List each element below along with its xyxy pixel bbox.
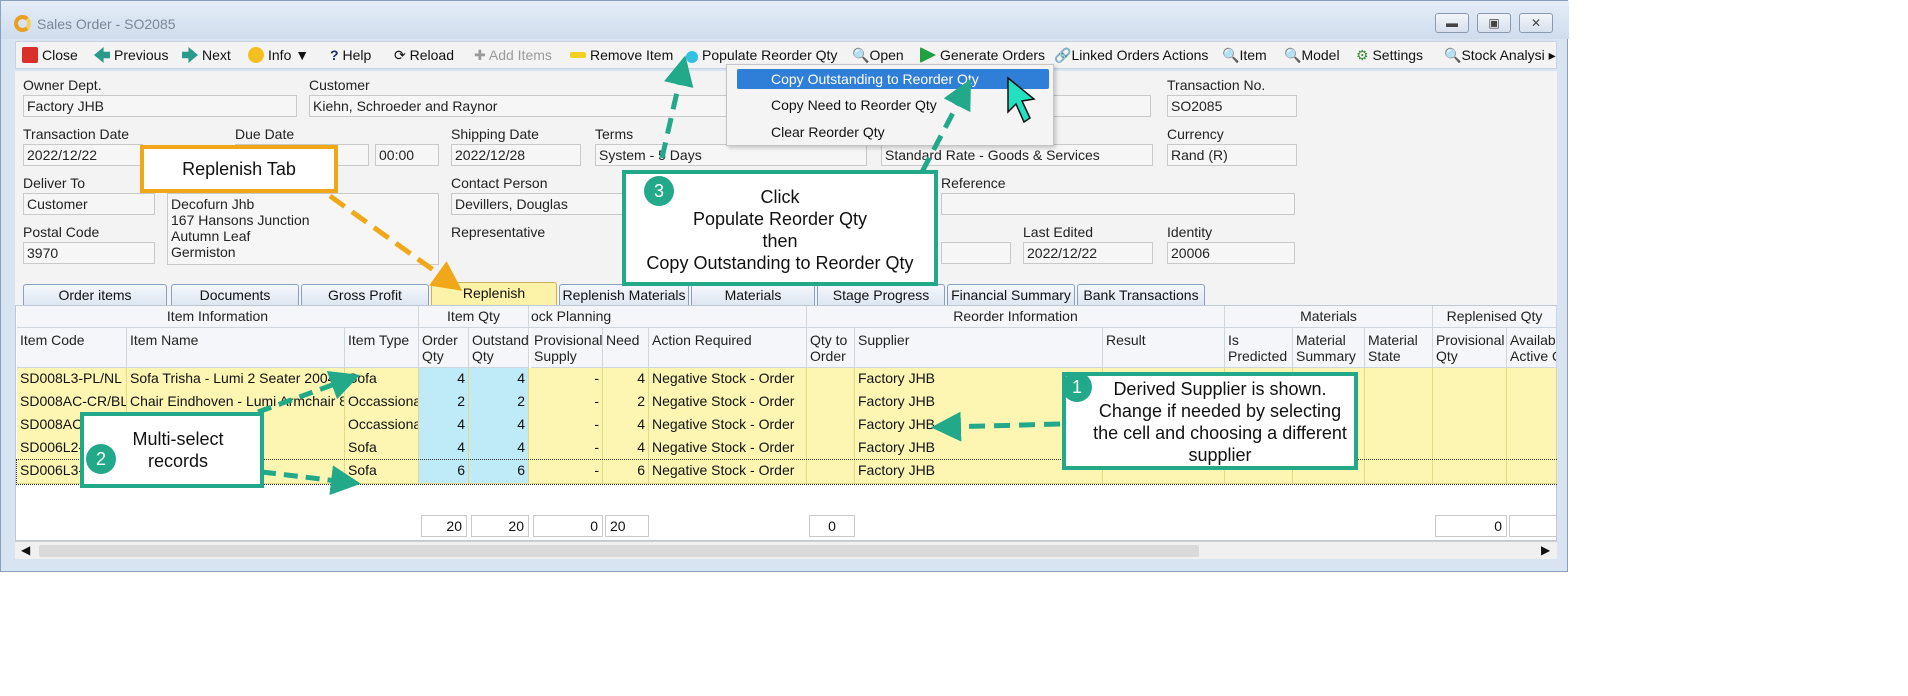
copy-outstanding-arrow bbox=[919, 78, 971, 174]
multiselect-arrow-up bbox=[257, 371, 361, 415]
multiselect-arrow-down bbox=[261, 465, 361, 496]
mouse-cursor-icon bbox=[1007, 76, 1036, 124]
populate-arrow bbox=[659, 55, 694, 159]
step2-badge: 2 bbox=[86, 444, 116, 474]
step1-badge: 1 bbox=[1062, 372, 1092, 402]
replenish-tab-callout: Replenish Tab bbox=[140, 145, 338, 193]
step1-callout: Derived Supplier is shown. Change if nee… bbox=[1062, 372, 1358, 470]
step3-badge: 3 bbox=[644, 176, 674, 206]
replenish-arrow bbox=[328, 193, 463, 291]
supplier-arrow bbox=[931, 411, 1061, 442]
